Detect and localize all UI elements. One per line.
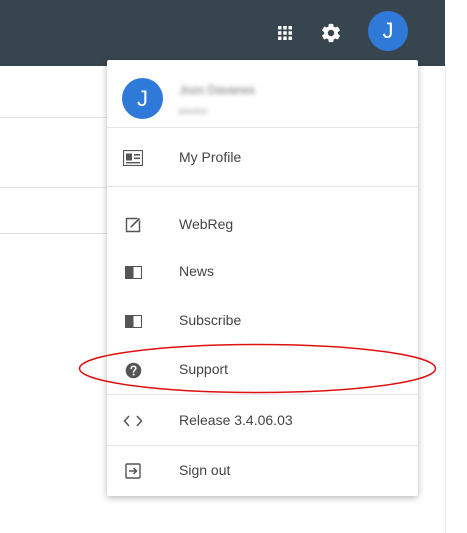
menu-item-sign-out[interactable]: Sign out bbox=[107, 446, 418, 496]
menu-item-my-profile[interactable]: My Profile bbox=[107, 133, 418, 183]
account-header: J Jozo Davanes jesuion bbox=[107, 60, 418, 128]
code-icon bbox=[123, 411, 143, 431]
page: J J Jozo Davanes jesuion My Profile WebR… bbox=[0, 0, 467, 533]
menu-item-label: Sign out bbox=[179, 462, 231, 478]
menu-separator bbox=[107, 186, 418, 187]
menu-item-webreg[interactable]: WebReg bbox=[107, 200, 418, 250]
user-name: Jozo Davanes bbox=[179, 83, 256, 97]
sign-out-icon bbox=[123, 461, 143, 481]
menu-item-subscribe[interactable]: Subscribe bbox=[107, 296, 418, 346]
user-avatar-button[interactable]: J bbox=[368, 11, 408, 51]
menu-item-release[interactable]: Release 3.4.06.03 bbox=[107, 396, 418, 446]
gear-icon[interactable] bbox=[320, 22, 342, 44]
page-divider bbox=[0, 233, 107, 234]
top-app-bar: J bbox=[0, 0, 445, 66]
page-edge-divider bbox=[445, 66, 446, 533]
menu-item-label: Release 3.4.06.03 bbox=[179, 412, 293, 428]
user-dropdown-menu: J Jozo Davanes jesuion My Profile WebReg… bbox=[107, 60, 418, 496]
edit-icon bbox=[123, 215, 143, 235]
user-email: jesuion bbox=[179, 106, 208, 116]
avatar: J bbox=[122, 78, 163, 119]
menu-item-label: My Profile bbox=[179, 149, 242, 165]
menu-item-label: News bbox=[179, 263, 215, 279]
menu-item-label: Subscribe bbox=[179, 312, 242, 328]
book-icon bbox=[123, 262, 143, 282]
highlight-annotation-oval bbox=[78, 343, 437, 394]
menu-item-news[interactable]: News bbox=[107, 247, 418, 297]
apps-grid-icon[interactable] bbox=[277, 25, 293, 41]
book-icon bbox=[123, 311, 143, 331]
menu-separator bbox=[107, 394, 418, 395]
profile-card-icon bbox=[123, 148, 143, 168]
page-divider bbox=[0, 187, 107, 188]
page-divider bbox=[0, 117, 107, 118]
menu-item-label: WebReg bbox=[179, 216, 234, 232]
